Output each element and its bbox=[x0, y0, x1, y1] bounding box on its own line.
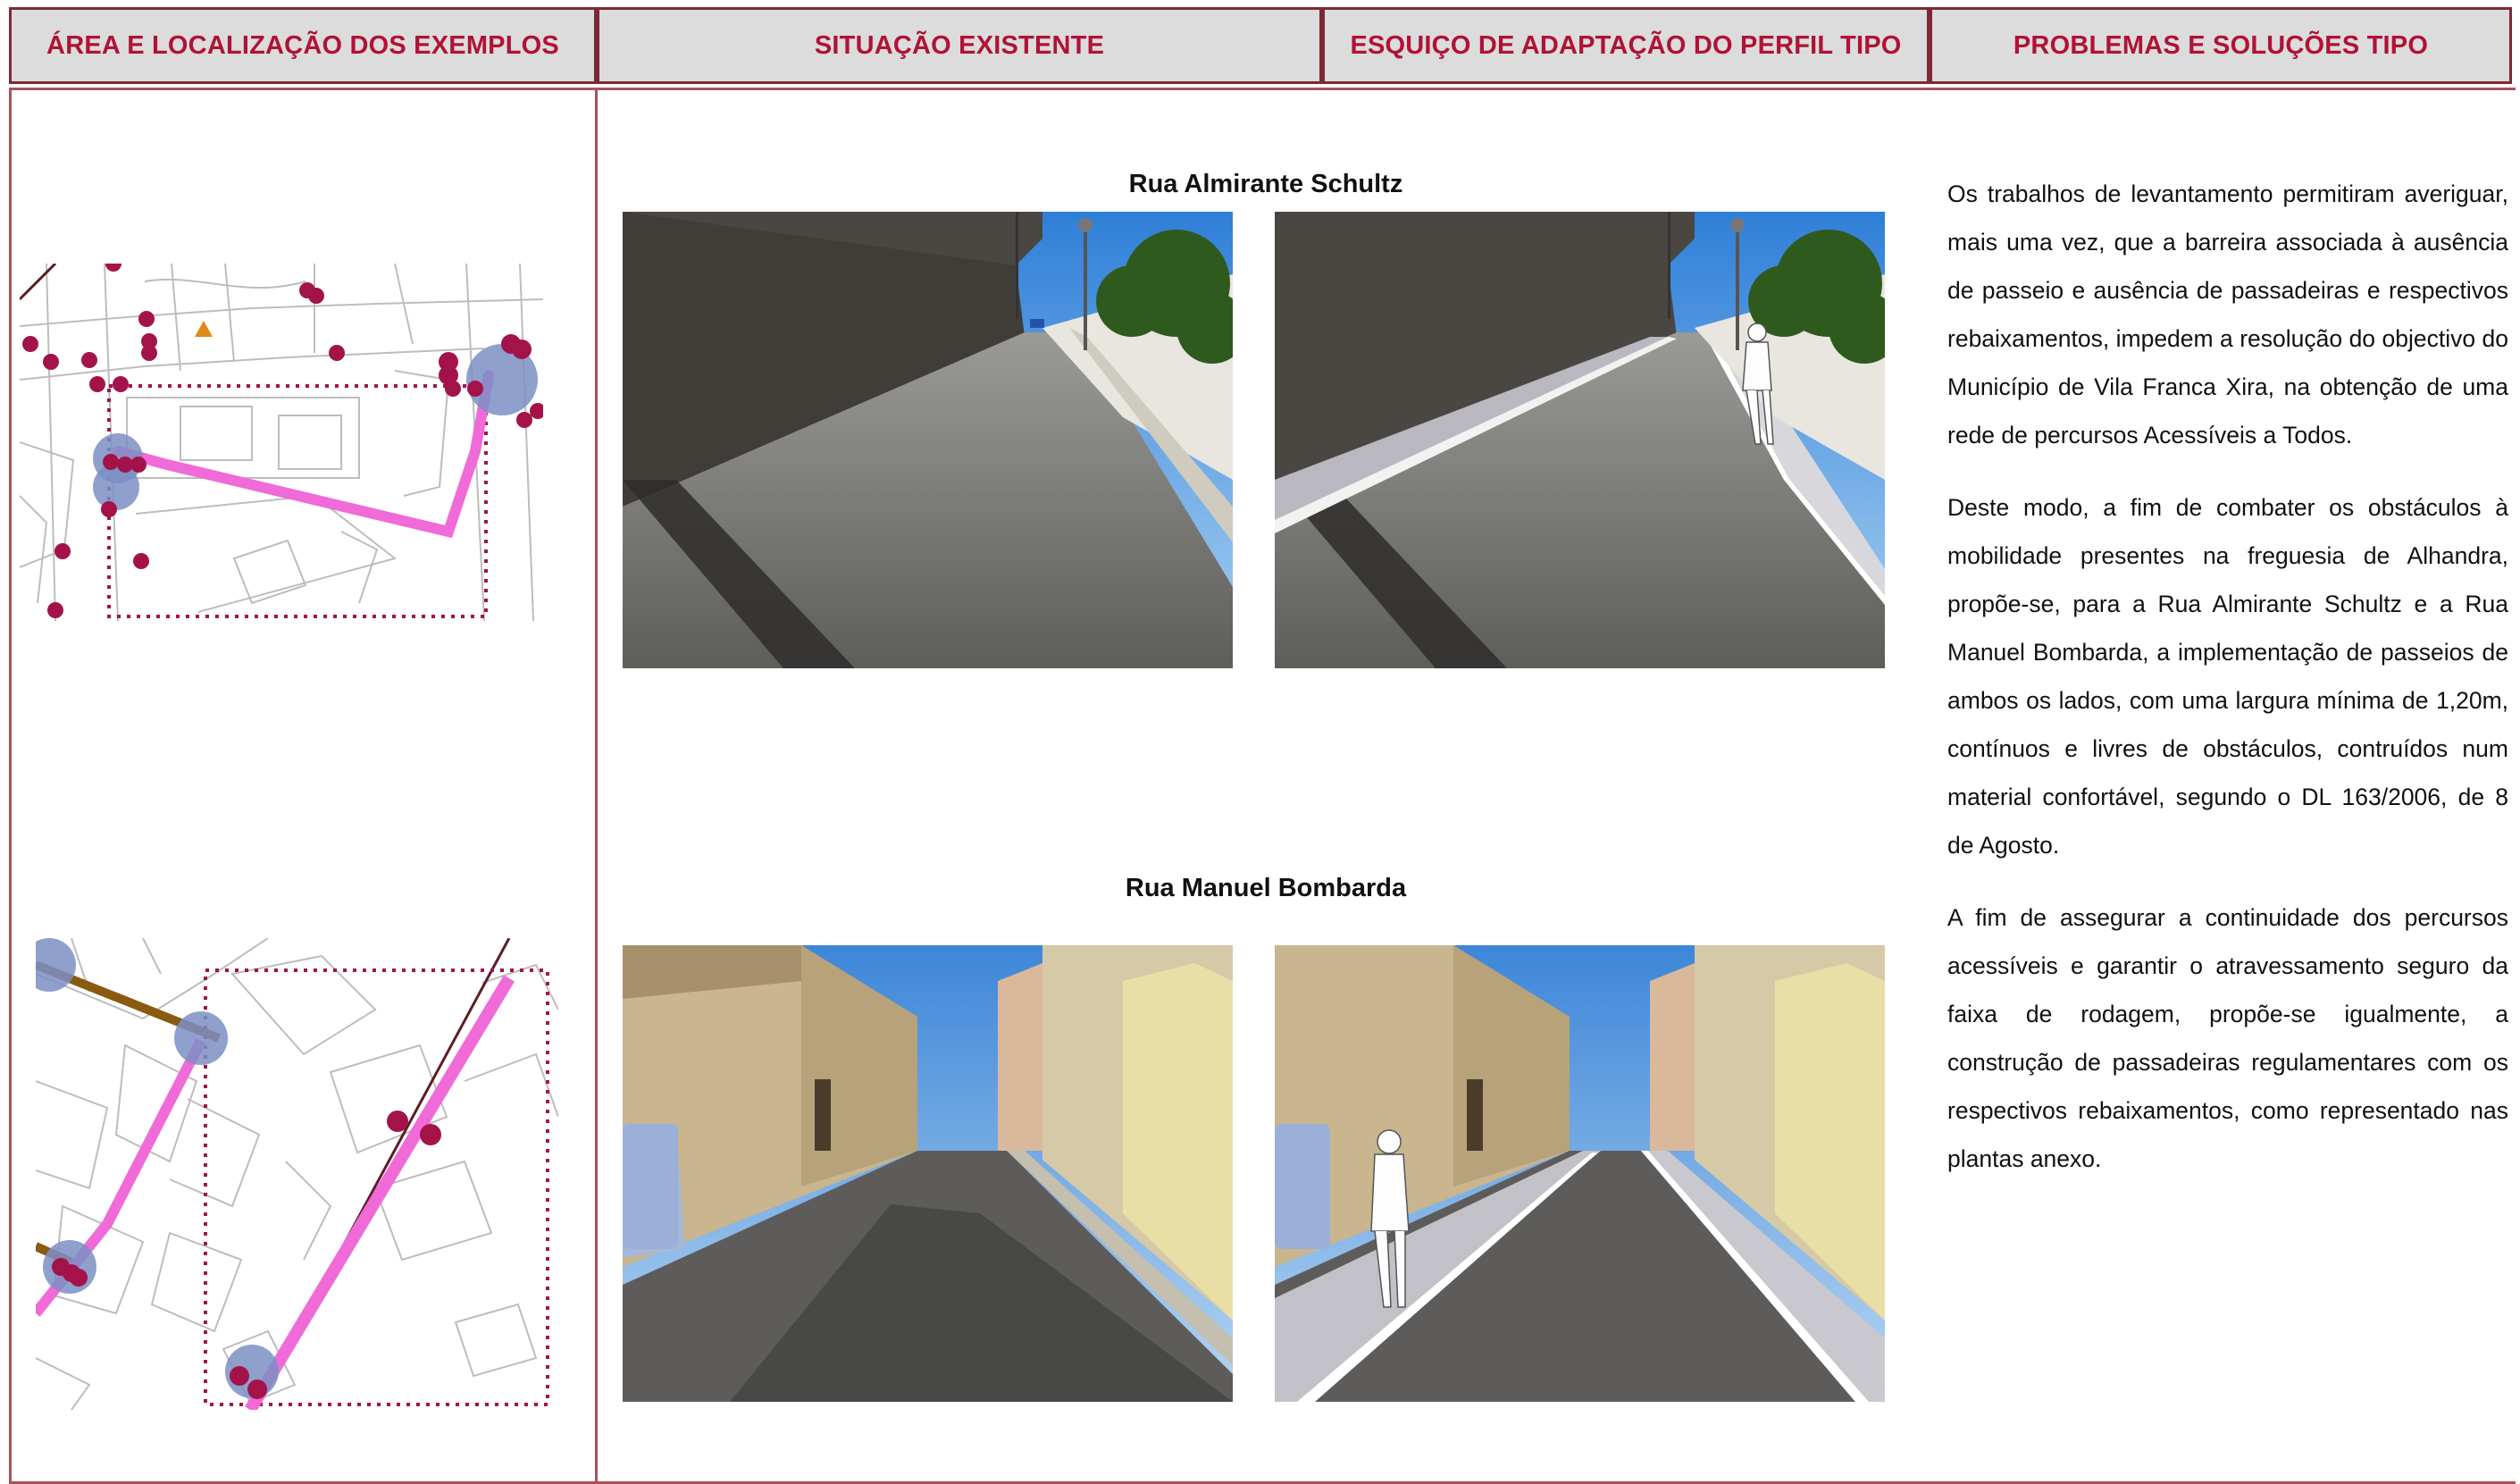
paragraph-1: Os trabalhos de levantamento permitiram … bbox=[1947, 180, 2508, 449]
photo-proposal-schultz bbox=[1275, 212, 1885, 668]
location-map-2 bbox=[36, 938, 558, 1410]
header-area: ÁREA E LOCALIZAÇÃO DOS EXEMPLOS bbox=[9, 7, 597, 84]
paragraph-3: A fim de assegurar a continuidade dos pe… bbox=[1947, 904, 2508, 1172]
header-problemas: PROBLEMAS E SOLUÇÕES TIPO bbox=[1930, 7, 2512, 84]
photo-existing-bombarda bbox=[623, 945, 1233, 1402]
photo-proposal-bombarda bbox=[1275, 945, 1885, 1402]
problems-solutions-text: Os trabalhos de levantamento permitiram … bbox=[1947, 170, 2508, 1207]
photo-existing-schultz bbox=[623, 212, 1233, 668]
header-situacao: SITUAÇÃO EXISTENTE bbox=[597, 7, 1322, 84]
header-esquico: ESQUIÇO DE ADAPTAÇÃO DO PERFIL TIPO bbox=[1322, 7, 1930, 84]
paragraph-2: Deste modo, a fim de combater os obstácu… bbox=[1947, 494, 2508, 859]
street-title-1: Rua Almirante Schultz bbox=[1128, 170, 1403, 198]
location-map-1 bbox=[20, 264, 543, 621]
street-title-2: Rua Manuel Bombarda bbox=[1125, 874, 1407, 902]
